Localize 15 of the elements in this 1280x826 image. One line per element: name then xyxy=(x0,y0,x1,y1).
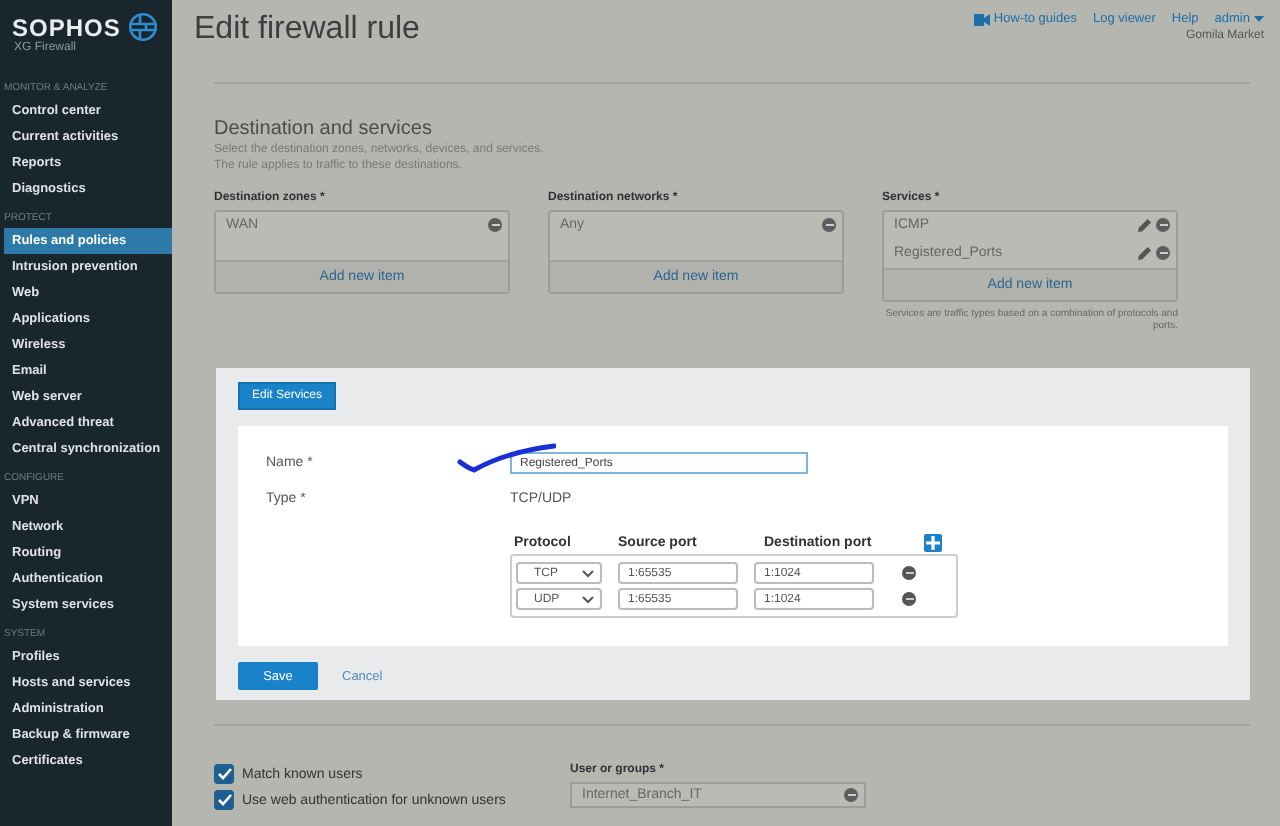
pencil-icon[interactable] xyxy=(1138,218,1152,232)
caret-icon xyxy=(1254,16,1264,22)
chevron-down-icon xyxy=(582,569,594,577)
remove-icon[interactable] xyxy=(822,218,836,232)
checkbox[interactable] xyxy=(214,790,234,810)
section-title: Destination and services xyxy=(214,118,434,140)
chevron-down-icon xyxy=(582,595,594,603)
video-camera-icon xyxy=(973,13,990,25)
pencil-icon[interactable] xyxy=(1138,246,1152,260)
globe-icon xyxy=(128,12,159,42)
remove-icon[interactable] xyxy=(488,218,502,232)
page-title: Edit firewall rule xyxy=(194,12,420,50)
checkbox[interactable] xyxy=(214,764,234,784)
brand-name: SOPHOS xyxy=(12,13,121,41)
add-icon[interactable] xyxy=(924,533,942,551)
